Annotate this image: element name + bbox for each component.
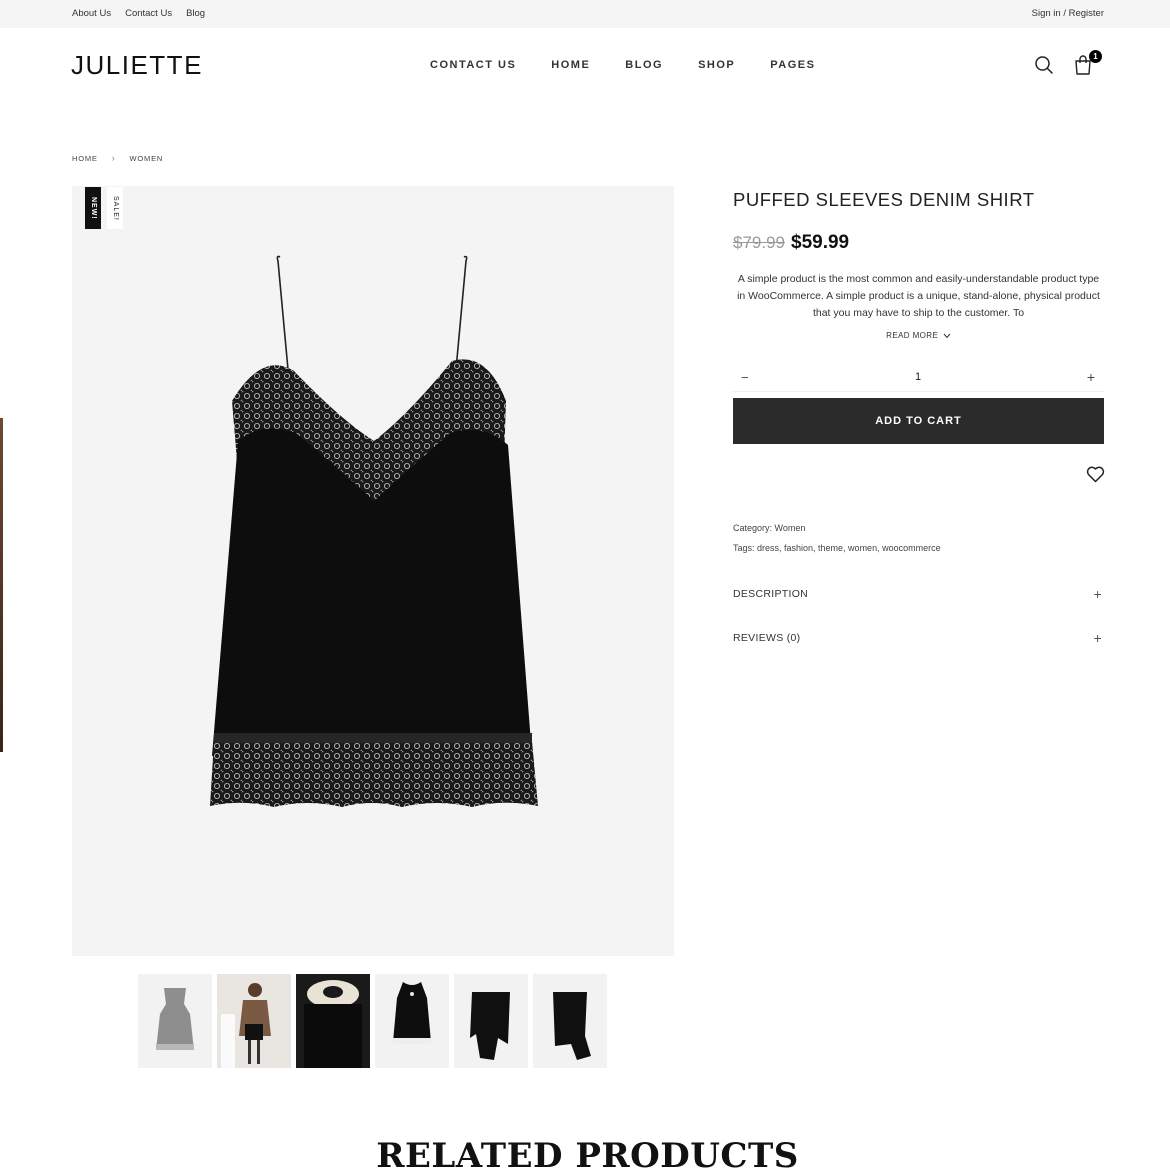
thumbnail-strip <box>138 974 607 1068</box>
related-products-heading: RELATED PRODUCTS <box>376 1136 799 1170</box>
quantity-input[interactable]: 1 <box>913 371 923 383</box>
cart-count-badge: 1 <box>1089 50 1102 63</box>
nav-pages[interactable]: PAGES <box>770 59 815 71</box>
description-accordion[interactable]: DESCRIPTION + <box>733 586 1104 608</box>
description-accordion-label: DESCRIPTION <box>733 588 809 600</box>
dress-illustration <box>210 255 538 807</box>
nav-shop[interactable]: SHOP <box>698 59 735 71</box>
price-block: $79.99 $59.99 <box>733 232 849 254</box>
adjacent-image-edge <box>0 418 3 752</box>
nav-blog[interactable]: BLOG <box>625 59 663 71</box>
top-links: About Us Contact Us Blog <box>72 8 205 19</box>
add-to-cart-button[interactable]: ADD TO CART <box>733 398 1104 444</box>
chevron-down-icon <box>943 333 951 339</box>
quantity-stepper: − 1 + <box>733 364 1104 392</box>
read-more-label: READ MORE <box>886 331 939 340</box>
breadcrumb-current: WOMEN <box>129 153 164 163</box>
nav-contact-us[interactable]: CONTACT US <box>430 59 516 71</box>
plus-icon: + <box>1093 630 1102 646</box>
breadcrumb-home[interactable]: HOME <box>72 154 98 163</box>
thumbnail-4[interactable] <box>375 974 449 1068</box>
sign-in-register-link[interactable]: Sign in / Register <box>1032 8 1104 19</box>
top-bar: About Us Contact Us Blog Sign in / Regis… <box>0 0 1170 28</box>
thumbnail-3[interactable] <box>296 974 370 1068</box>
breadcrumb: HOME › WOMEN <box>72 153 163 163</box>
main-nav: CONTACT US HOME BLOG SHOP PAGES <box>430 59 815 71</box>
thumbnail-1[interactable] <box>138 974 212 1068</box>
reviews-accordion-label: REVIEWS (0) <box>733 632 801 644</box>
product-title: PUFFED SLEEVES DENIM SHIRT <box>733 189 1035 210</box>
quantity-decrease-button[interactable]: − <box>741 370 749 385</box>
thumbnail-5[interactable] <box>454 974 528 1068</box>
thumbnail-2[interactable] <box>217 974 291 1068</box>
plus-icon: + <box>1093 586 1102 602</box>
reviews-accordion[interactable]: REVIEWS (0) + <box>733 630 1104 652</box>
heart-icon[interactable] <box>1086 466 1105 483</box>
site-logo[interactable]: JULIETTE <box>71 50 203 81</box>
new-badge: NEW! <box>85 187 101 229</box>
breadcrumb-separator: › <box>111 153 116 163</box>
top-link-contact[interactable]: Contact Us <box>125 8 172 19</box>
product-category: Category: Women <box>733 523 806 533</box>
quantity-increase-button[interactable]: + <box>1087 369 1095 385</box>
product-main-image[interactable]: NEW! SALE! <box>72 186 674 956</box>
short-description: A simple product is the most common and … <box>737 273 1100 319</box>
old-price: $79.99 <box>733 233 785 252</box>
product-tags: Tags: dress, fashion, theme, women, wooc… <box>733 543 941 553</box>
nav-home[interactable]: HOME <box>551 59 590 71</box>
search-icon[interactable] <box>1034 55 1054 75</box>
sale-badge: SALE! <box>107 187 123 229</box>
top-link-about[interactable]: About Us <box>72 8 111 19</box>
top-link-blog[interactable]: Blog <box>186 8 205 19</box>
thumbnail-6[interactable] <box>533 974 607 1068</box>
sale-price: $59.99 <box>791 232 850 253</box>
read-more-link[interactable]: READ MORE <box>733 331 1104 340</box>
